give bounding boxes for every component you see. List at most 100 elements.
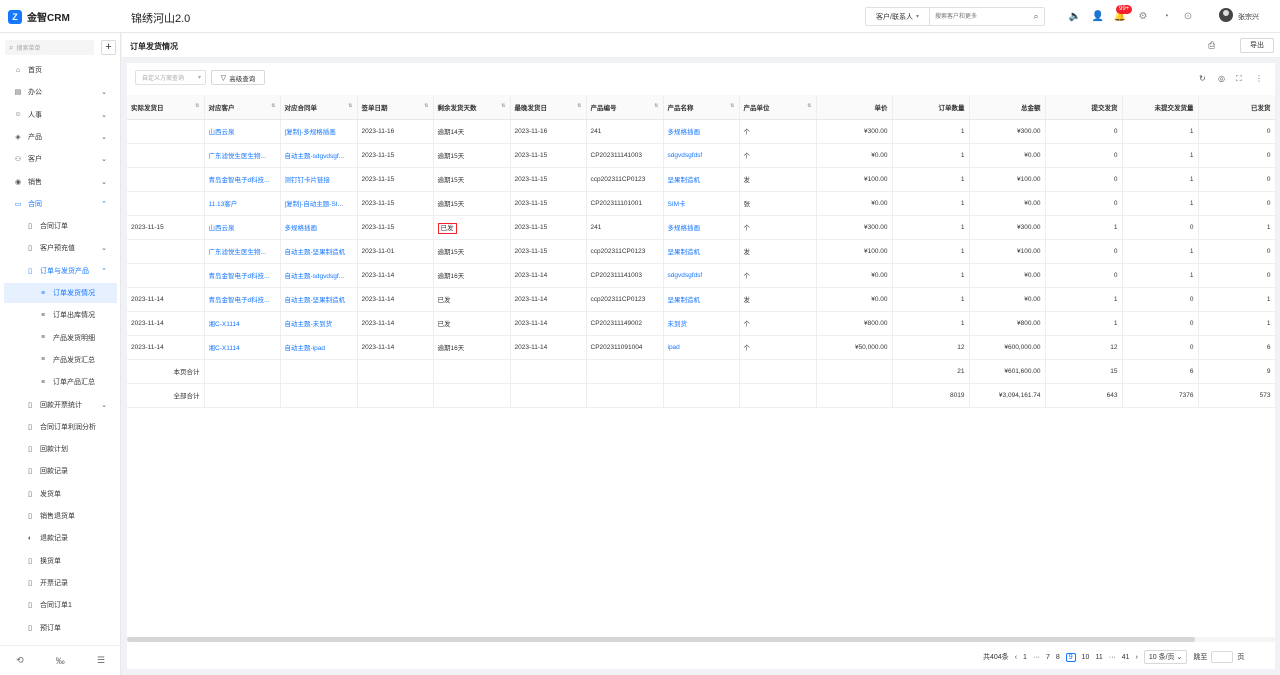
column-header[interactable]: 对应合同单 ⇅ [280,95,358,120]
jump-input[interactable] [1211,651,1234,663]
sidebar-item[interactable]: ▯ 合同订单1 [0,595,121,615]
history-icon[interactable]: ⟲ [16,655,24,666]
page-number[interactable]: 8 [1056,654,1060,661]
sidebar-item[interactable]: ▯ 合同订单利润分析 [0,417,121,437]
table-cell[interactable]: 测钉钉卡片链接 [280,167,358,192]
speaker-icon[interactable]: 🔈 [1068,10,1082,24]
column-header[interactable]: 未提交发货量 [1122,95,1199,120]
username[interactable]: 张宗兴 [1238,12,1259,22]
add-button[interactable]: + [101,40,116,55]
menu-search-input[interactable]: ⌕ 搜索菜单 [5,40,94,55]
column-header[interactable]: 总金额 [969,95,1046,120]
column-header[interactable]: 签单日期 ⇅ [357,95,434,120]
sidebar-item[interactable]: ▯ 销售退货单 [0,506,121,526]
horizontal-scrollbar[interactable] [127,637,1275,642]
table-cell[interactable]: 青岛金智电子d科技... [204,263,281,288]
table-cell[interactable]: 坚果制造机 [663,239,740,264]
column-header[interactable]: 最晚发货日 ⇅ [510,95,587,120]
avatar[interactable] [1219,8,1233,22]
table-cell[interactable]: 11.13客户 [204,191,281,216]
table-cell[interactable]: 广东滤悦生医生物... [204,239,281,264]
table-cell[interactable]: 自动主题-sdgvdsgf... [280,143,358,168]
settings-circle-icon[interactable]: ⊙ [1181,10,1195,24]
column-header[interactable]: 产品名称 ⇅ [663,95,740,120]
sidebar-item[interactable]: ▤ 办公 ⌄ [0,82,121,102]
column-header[interactable]: 产品编号 ⇅ [586,95,664,120]
column-header[interactable]: 已发货 [1198,95,1276,120]
sidebar-item[interactable]: ▯ 发货单 [0,484,121,504]
logo[interactable]: Z 金智CRM [8,9,70,24]
table-cell[interactable]: 多规格插画 [280,215,358,240]
sidebar-item[interactable]: ▯ 开票记录 [0,573,121,593]
table-cell[interactable]: 自动主题-坚果制造机 [280,239,358,264]
sidebar-item[interactable]: ⌂ 首页 [0,60,121,80]
search-icon[interactable]: ⌕ [1028,11,1044,22]
sidebar-item[interactable]: ▯ 合同订单 [0,216,121,236]
sidebar-item[interactable]: ▭ 合同 ⌃ [0,194,121,214]
table-cell[interactable]: 山西云泉 [204,215,281,240]
sidebar-item[interactable]: ≡ 订单发货情况 [4,283,117,303]
table-cell[interactable]: sdgvdsgfdsf [663,143,740,168]
sidebar-item[interactable]: ▯ 订单与发货产品 ⌃ [0,261,121,281]
sort-icon[interactable]: ⇅ [730,103,734,109]
table-cell[interactable]: [复制]-多规格插画 [280,119,358,144]
page-number[interactable]: 9 [1065,652,1076,662]
table-cell[interactable]: 多规格插画 [663,119,740,144]
export-button[interactable]: 导出 [1240,38,1274,53]
column-header[interactable]: 单价 [816,95,893,120]
sort-icon[interactable]: ⇅ [195,103,199,109]
search-input[interactable] [930,8,1028,25]
contacts-icon[interactable]: 👤 [1091,10,1105,24]
advanced-query-button[interactable]: ▽ 高级查询 [211,70,265,85]
table-cell[interactable]: 自动主题-ipad [280,335,358,360]
page-size-select[interactable]: 10 条/页 ⌄ [1143,650,1188,664]
page-number[interactable]: 41 [1122,654,1130,661]
page-ellipsis[interactable]: ··· [1033,654,1040,661]
sidebar-item[interactable]: ▯ 回款计划 [0,439,121,459]
prev-page-icon[interactable]: ‹ [1015,654,1017,661]
column-header[interactable]: 实际发货日 ⇅ [127,95,205,120]
table-cell[interactable]: [复制]-自动主题-SI... [280,191,358,216]
page-number[interactable]: 1 [1023,654,1027,661]
table-cell[interactable]: 广东滤悦生医生物... [204,143,281,168]
table-cell[interactable]: SIM卡 [663,191,740,216]
column-header[interactable]: 产品单位 ⇅ [739,95,817,120]
table-cell[interactable]: 坚果制造机 [663,167,740,192]
page-number[interactable]: 10 [1082,654,1090,661]
custom-query-select[interactable]: 自定义方案查询 ▾ [135,70,206,85]
sort-icon[interactable]: ⇅ [654,103,658,109]
sidebar-item[interactable]: ◉ 销售 ⌄ [0,172,121,192]
sort-icon[interactable]: ⇅ [271,103,275,109]
print-icon[interactable]: ⎙ [1208,40,1215,51]
sidebar-item[interactable]: ≡ 产品发货明细 [0,328,121,348]
table-cell[interactable]: 自动主题-未到货 [280,311,358,336]
table-cell[interactable]: ipad [663,335,740,360]
page-ellipsis[interactable]: ··· [1109,654,1116,661]
sort-icon[interactable]: ⇅ [348,103,352,109]
next-page-icon[interactable]: › [1136,654,1138,661]
column-header[interactable]: 剩余发货天数 ⇅ [433,95,511,120]
sort-icon[interactable]: ⇅ [807,103,811,109]
sidebar-item[interactable]: ◐ 退款记录 [0,528,121,548]
table-cell[interactable]: 多规格插画 [663,215,740,240]
sidebar-item[interactable]: ≡ 订单出库情况 [0,305,121,325]
sidebar-item[interactable]: ▯ 客户预充值 ⌄ [0,238,121,258]
table-cell[interactable]: 山西云泉 [204,119,281,144]
gear-icon[interactable]: ⚙ [1136,10,1150,24]
collapse-icon[interactable]: ☰ [97,655,105,666]
fullscreen-icon[interactable]: ⛶ [1236,74,1242,84]
search-type-select[interactable]: 客户/联系人 ▾ [866,8,930,25]
table-cell[interactable]: 自动主题-sdgvdsgf... [280,263,358,288]
column-header[interactable]: 订单数量 [892,95,970,120]
chart-icon[interactable]: ◔ [1159,10,1173,24]
sidebar-item[interactable]: ≡ 订单产品汇总 [0,372,121,392]
sidebar-item[interactable]: ▯ 换货单 [0,551,121,571]
sort-icon[interactable]: ⇅ [501,103,505,109]
column-header[interactable]: 对应客户 ⇅ [204,95,281,120]
table-cell[interactable]: sdgvdsgfdsf [663,263,740,288]
table-cell[interactable]: 青岛金智电子d科技... [204,167,281,192]
table-cell[interactable]: 湘C-X1114 [204,311,281,336]
sidebar-item[interactable]: ☺ 人事 ⌄ [0,105,121,125]
table-cell[interactable]: 自动主题-坚果制造机 [280,287,358,312]
more-icon[interactable]: ⋮ [1255,74,1263,83]
